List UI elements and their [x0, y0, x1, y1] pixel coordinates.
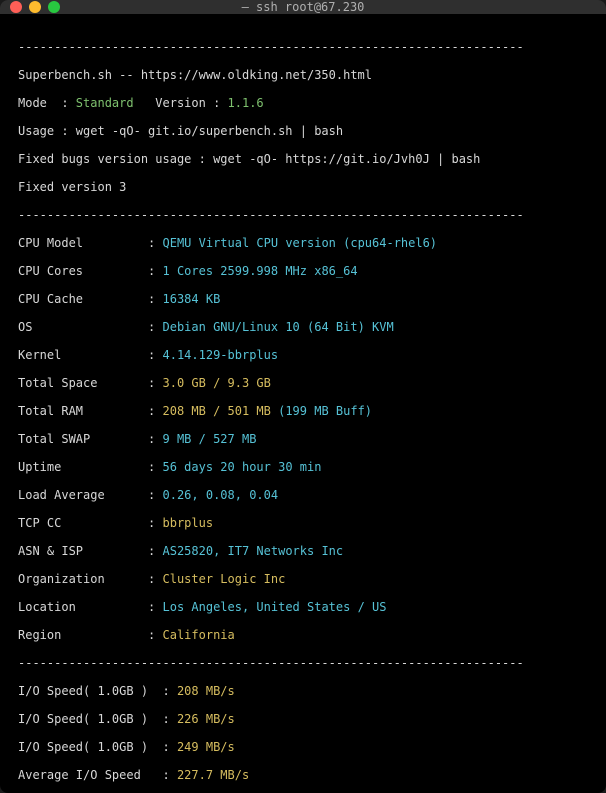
sysinfo-row: Region : California	[18, 628, 588, 642]
fixed-bugs-line: Fixed bugs version usage : wget -qO- htt…	[18, 152, 588, 166]
io-row: I/O Speed( 1.0GB ) : 249 MB/s	[18, 740, 588, 754]
sysinfo-row: TCP CC : bbrplus	[18, 516, 588, 530]
zoom-icon[interactable]	[48, 1, 60, 13]
io-block: I/O Speed( 1.0GB ) : 208 MB/s I/O Speed(…	[18, 684, 588, 782]
sysinfo-row: CPU Model : QEMU Virtual CPU version (cp…	[18, 236, 588, 250]
sysinfo-row: CPU Cores : 1 Cores 2599.998 MHz x86_64	[18, 264, 588, 278]
sep-line: ----------------------------------------…	[18, 656, 588, 670]
sysinfo-row: Uptime : 56 days 20 hour 30 min	[18, 460, 588, 474]
usage-line: Usage : wget -qO- git.io/superbench.sh |…	[18, 124, 588, 138]
titlebar: — ssh root@67.230	[0, 0, 606, 14]
mode-line: Mode : Standard Version : 1.1.6	[18, 96, 588, 110]
sysinfo-row: Total Space : 3.0 GB / 9.3 GB	[18, 376, 588, 390]
sysinfo-row: CPU Cache : 16384 KB	[18, 292, 588, 306]
sysinfo-block: CPU Model : QEMU Virtual CPU version (cp…	[18, 236, 588, 642]
close-icon[interactable]	[10, 1, 22, 13]
sysinfo-row: Total RAM : 208 MB / 501 MB (199 MB Buff…	[18, 404, 588, 418]
io-row: I/O Speed( 1.0GB ) : 226 MB/s	[18, 712, 588, 726]
fixed-version-line: Fixed version 3	[18, 180, 588, 194]
sysinfo-row: Kernel : 4.14.129-bbrplus	[18, 348, 588, 362]
sep-line: ----------------------------------------…	[18, 208, 588, 222]
sysinfo-row: OS : Debian GNU/Linux 10 (64 Bit) KVM	[18, 320, 588, 334]
traffic-lights	[10, 1, 60, 13]
minimize-icon[interactable]	[29, 1, 41, 13]
sep-line: ----------------------------------------…	[18, 40, 588, 54]
terminal-content[interactable]: ----------------------------------------…	[0, 14, 606, 793]
io-row: I/O Speed( 1.0GB ) : 208 MB/s	[18, 684, 588, 698]
io-row: Average I/O Speed : 227.7 MB/s	[18, 768, 588, 782]
sysinfo-row: ASN & ISP : AS25820, IT7 Networks Inc	[18, 544, 588, 558]
sysinfo-row: Location : Los Angeles, United States / …	[18, 600, 588, 614]
terminal-window: — ssh root@67.230 ----------------------…	[0, 0, 606, 793]
sysinfo-row: Total SWAP : 9 MB / 527 MB	[18, 432, 588, 446]
bench-title: Superbench.sh -- https://www.oldking.net…	[18, 68, 588, 82]
window-title: — ssh root@67.230	[242, 0, 365, 15]
sysinfo-row: Organization : Cluster Logic Inc	[18, 572, 588, 586]
sysinfo-row: Load Average : 0.26, 0.08, 0.04	[18, 488, 588, 502]
